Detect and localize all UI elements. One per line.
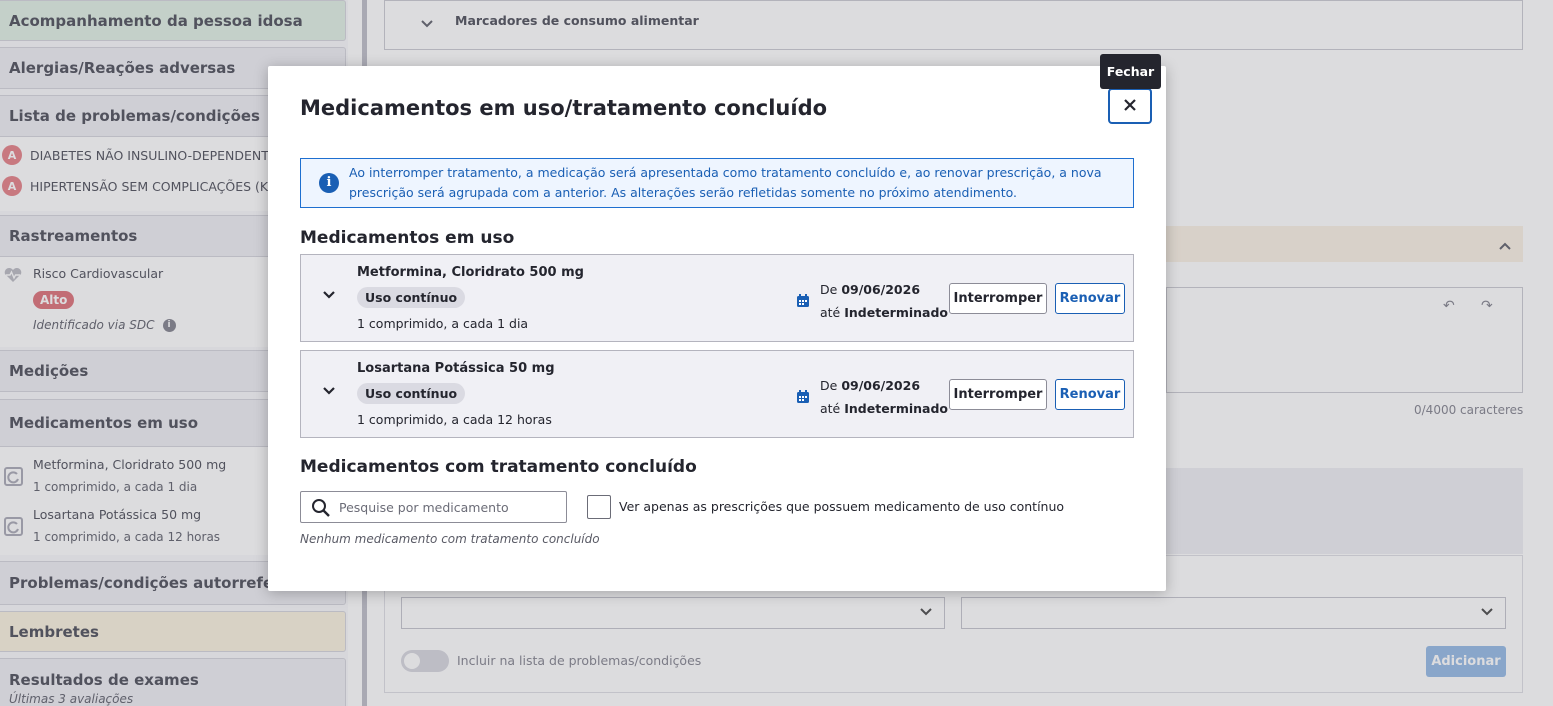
- section-title-em-uso: Medicamentos em uso: [300, 228, 515, 248]
- info-alert-text: Ao interromper tratamento, a medicação s…: [349, 165, 1102, 200]
- period-start: De 09/06/2026: [820, 374, 948, 397]
- medication-name: Losartana Potássica 50 mg: [357, 361, 555, 376]
- chevron-down-icon[interactable]: [321, 287, 337, 303]
- period-prefix: De: [820, 282, 838, 297]
- interromper-button[interactable]: Interromper: [949, 283, 1047, 314]
- renovar-button[interactable]: Renovar: [1055, 283, 1125, 314]
- period-end-value: Indeterminado: [844, 401, 949, 416]
- period-prefix: até: [820, 401, 841, 416]
- medication-card: Metformina, Cloridrato 500 mg Uso contín…: [300, 254, 1134, 342]
- period-prefix: De: [820, 378, 838, 393]
- search-input[interactable]: [339, 492, 559, 522]
- info-icon: i: [319, 173, 339, 193]
- medication-dose: 1 comprimido, a cada 1 dia: [357, 316, 529, 331]
- period-start-date: 09/06/2026: [841, 378, 921, 393]
- period-end-value: Indeterminado: [844, 305, 949, 320]
- medication-period: De 09/06/2026 até Indeterminado: [820, 278, 948, 324]
- checkbox-label: Ver apenas as prescrições que possuem me…: [619, 499, 1065, 514]
- period-start-date: 09/06/2026: [841, 282, 921, 297]
- period-end: até Indeterminado: [820, 397, 948, 420]
- usage-chip: Uso contínuo: [357, 383, 466, 404]
- calendar-icon: [797, 388, 809, 403]
- empty-state-text: Nenhum medicamento com tratamento conclu…: [300, 532, 600, 546]
- usage-chip: Uso contínuo: [357, 287, 466, 308]
- modal-title: Medicamentos em uso/tratamento concluído: [300, 96, 828, 120]
- medication-name: Metformina, Cloridrato 500 mg: [357, 265, 584, 280]
- close-icon: [1123, 97, 1137, 116]
- interromper-button[interactable]: Interromper: [949, 379, 1047, 410]
- calendar-icon: [797, 292, 809, 307]
- period-start: De 09/06/2026: [820, 278, 948, 301]
- close-button[interactable]: [1108, 88, 1152, 124]
- search-field[interactable]: [300, 491, 567, 523]
- medication-dose: 1 comprimido, a cada 12 horas: [357, 412, 552, 427]
- period-prefix: até: [820, 305, 841, 320]
- chevron-down-icon[interactable]: [321, 383, 337, 399]
- close-tooltip: Fechar: [1100, 54, 1161, 89]
- section-title-concluido: Medicamentos com tratamento concluído: [300, 457, 697, 477]
- info-alert: i Ao interromper tratamento, a medicação…: [300, 158, 1134, 208]
- period-end: até Indeterminado: [820, 301, 948, 324]
- medication-period: De 09/06/2026 até Indeterminado: [820, 374, 948, 420]
- medications-modal: Medicamentos em uso/tratamento concluído…: [268, 66, 1166, 591]
- medication-card: Losartana Potássica 50 mg Uso contínuo 1…: [300, 350, 1134, 438]
- renovar-button[interactable]: Renovar: [1055, 379, 1125, 410]
- continuous-use-checkbox[interactable]: [587, 495, 611, 519]
